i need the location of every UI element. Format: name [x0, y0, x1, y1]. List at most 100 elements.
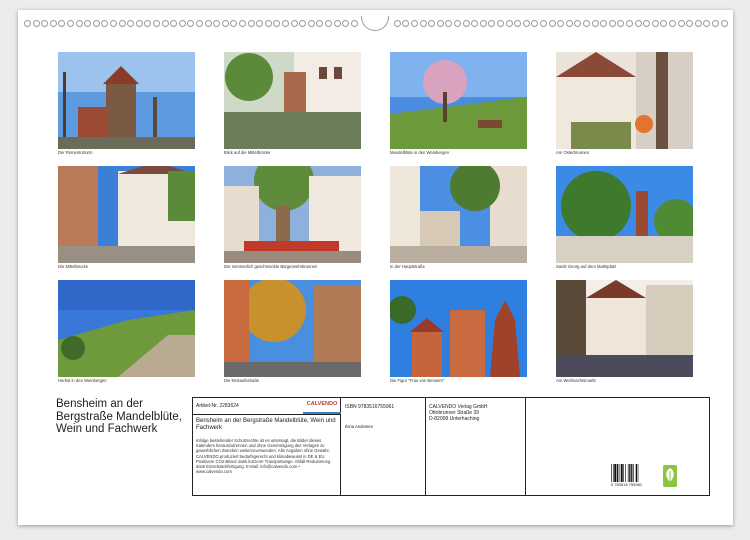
binding-ring	[608, 20, 616, 27]
spiral-binding	[18, 16, 733, 31]
binding-ring	[462, 20, 470, 27]
binding-ring	[316, 20, 324, 27]
binding-ring	[239, 20, 246, 27]
fsc-leaf-icon	[663, 465, 677, 487]
photo-buergerwehrbrunnen	[224, 166, 361, 263]
binding-ring	[230, 20, 238, 27]
binding-ring	[49, 20, 57, 27]
binding-ring	[436, 20, 444, 27]
photo-sankt-georg	[556, 166, 693, 263]
binding-ring	[686, 20, 694, 27]
binding-ring	[488, 20, 496, 27]
binding-ring	[643, 20, 651, 27]
binding-ring	[170, 20, 178, 27]
hanger-hook	[361, 16, 389, 31]
binding-ring	[282, 20, 289, 27]
photo-osterbrunnen	[556, 52, 693, 149]
binding-ring	[101, 20, 109, 27]
binding-ring	[393, 20, 401, 27]
binding-ring	[333, 20, 341, 27]
binding-ring	[273, 20, 281, 27]
binding-ring	[342, 20, 350, 27]
caption-9: Herbst in den Weinbergen	[58, 378, 107, 383]
barcode-number: 9 783516 755961	[611, 482, 643, 487]
caption-2: Blick auf die Mittelbrücke	[224, 150, 271, 155]
caption-4: Am Osterbrunnen	[556, 150, 590, 155]
binding-ring	[428, 20, 436, 27]
barcode: 9 783516 755961	[611, 464, 651, 488]
binding-ring	[350, 20, 358, 27]
binding-ring	[153, 20, 160, 27]
photo-herbst-weinberge	[58, 280, 195, 377]
binding-ring	[565, 20, 573, 27]
caption-7: In der Hauptstraße	[390, 264, 425, 269]
binding-ring	[626, 20, 633, 27]
binding-ring	[402, 20, 410, 27]
binding-ring	[454, 20, 461, 27]
binding-ring	[479, 20, 487, 27]
binding-ring	[196, 20, 203, 27]
binding-ring	[187, 20, 195, 27]
binding-ring	[92, 20, 100, 27]
calendar-back-cover: Der Rinnentorturm Blick auf die Mittelbr…	[18, 10, 733, 525]
binding-ring	[617, 20, 625, 27]
binding-ring	[67, 20, 74, 27]
binding-ring	[264, 20, 272, 27]
binding-ring	[574, 20, 582, 27]
binding-ring	[213, 20, 221, 27]
binding-ring	[445, 20, 453, 27]
binding-ring	[75, 20, 83, 27]
binding-ring	[471, 20, 479, 27]
binding-ring	[127, 20, 135, 27]
photo-mittelbruecke-view	[224, 52, 361, 149]
binding-ring	[677, 20, 685, 27]
photo-mandelbluete	[390, 52, 527, 149]
info-box: Artikel-Nr. 2283624 CALVENDO Bensheim an…	[192, 397, 710, 496]
divider	[193, 414, 340, 415]
article-number: Artikel-Nr. 2283624	[196, 403, 239, 409]
divider	[525, 398, 526, 495]
caption-5: Die Mittelbrücke	[58, 264, 89, 269]
binding-ring	[694, 20, 702, 27]
calendar-title: Bensheim an der Bergstraße Mandelblüte, …	[56, 398, 182, 435]
photo-weihnachtsmarkt	[556, 280, 693, 377]
binding-ring	[307, 20, 315, 27]
binding-ring	[144, 20, 152, 27]
binding-ring	[84, 20, 92, 27]
binding-ring	[548, 20, 556, 27]
caption-10: Die Einkaufsstraße	[224, 378, 260, 383]
binding-ring	[58, 20, 66, 27]
binding-ring	[514, 20, 522, 27]
binding-ring	[583, 20, 590, 27]
caption-12: Am Weihnachtsmarkt	[556, 378, 596, 383]
legal-notice: Infolge bestehender Schutzrechte ist es …	[196, 438, 331, 475]
caption-1: Der Rinnentorturm	[58, 150, 93, 155]
binding-ring	[41, 20, 49, 27]
photo-frau-von-bensem	[390, 280, 527, 377]
binding-ring	[118, 20, 126, 27]
binding-ring	[634, 20, 642, 27]
binding-ring	[591, 20, 599, 27]
binding-ring	[703, 20, 711, 27]
binding-ring	[557, 20, 565, 27]
binding-ring	[419, 20, 427, 27]
binding-ring	[299, 20, 307, 27]
binding-ring	[24, 20, 31, 27]
binding-ring	[411, 20, 418, 27]
binding-ring	[290, 20, 298, 27]
binding-ring	[256, 20, 264, 27]
caption-3: Mandelblüte in den Weinbergen	[390, 150, 450, 155]
binding-ring	[161, 20, 169, 27]
binding-ring	[505, 20, 513, 27]
photo-rinnentorturm	[58, 52, 195, 149]
publisher-city: D-82008 Unterhaching	[429, 416, 480, 422]
binding-ring	[540, 20, 547, 27]
binding-ring	[531, 20, 539, 27]
binding-ring	[325, 20, 332, 27]
divider	[425, 398, 426, 495]
binding-ring	[497, 20, 504, 27]
binding-ring	[221, 20, 229, 27]
caption-11: Die Figur "Frau von Bensem"	[390, 378, 445, 383]
calvendo-logo: CALVENDO	[303, 401, 341, 414]
binding-ring	[32, 20, 40, 27]
